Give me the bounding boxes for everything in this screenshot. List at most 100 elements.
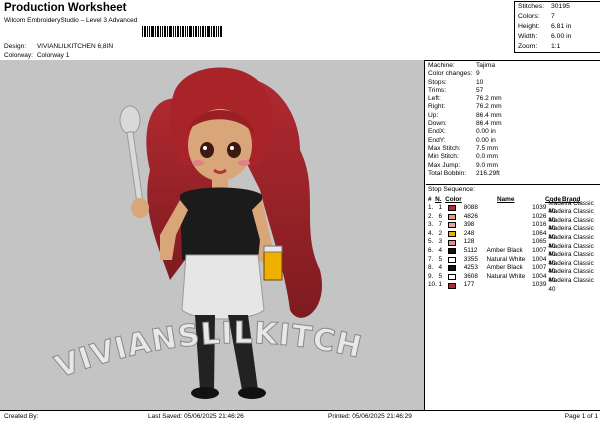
info-max-jump: Max Jump: 9.0 mm: [428, 161, 498, 169]
needle-number: 1: [438, 281, 443, 289]
thread-code: 1007: [532, 264, 547, 272]
info-down: Down: 86.4 mm: [428, 120, 502, 128]
spice-jar: [263, 249, 283, 281]
thread-code: 1016: [532, 221, 547, 229]
right-shoe: [238, 387, 266, 399]
thread-code: 1039: [532, 204, 547, 211]
stat-colors: Colors: 7: [518, 13, 555, 20]
info-left: Left: 76.2 mm: [428, 95, 502, 103]
header-n: N.: [435, 196, 442, 203]
color-swatch: [447, 256, 456, 263]
thread-brand: Madeira Classic 40: [548, 277, 594, 293]
color-name: Natural White: [486, 255, 526, 263]
header-color: Color: [445, 196, 462, 203]
software-subtitle: Wilcom EmbroideryStudio – Level 3 Advanc…: [4, 17, 138, 24]
info-trims: Trims: 57: [428, 86, 484, 94]
stop-index: 5.: [428, 238, 434, 246]
needle-number: 5: [438, 272, 443, 280]
footer-divider: [0, 410, 600, 411]
color-code: 3608: [463, 272, 478, 280]
stop-index: 8.: [428, 264, 434, 272]
shirt: [180, 187, 262, 260]
needle-number: 4: [438, 246, 443, 254]
color-swatch: [447, 213, 456, 220]
stat-width: Width: 6.00 in: [518, 33, 572, 40]
stop-sequence-divider: [426, 184, 600, 185]
color-code: 8088: [463, 204, 478, 211]
thread-code: 1007: [532, 246, 547, 254]
color-code: 398: [463, 221, 475, 229]
thread-code: 1065: [532, 238, 547, 246]
info-stops: Stops: 10: [428, 78, 484, 86]
colorway-label: Colorway:: [4, 52, 33, 59]
design-row: Design: VIVIANLILKITCHEN 6,8IN: [4, 43, 113, 50]
needle-number: 1: [438, 204, 443, 211]
needle-number: 5: [438, 255, 443, 263]
embroidery-artwork: VIVIANSLILKITCHEN: [0, 60, 365, 399]
needle-number: 2: [438, 229, 443, 237]
left-shoe: [191, 387, 219, 399]
stop-index: 9.: [428, 272, 434, 280]
stop-sequence-title: Stop Sequence:: [428, 186, 475, 193]
stop-index: 2.: [428, 212, 434, 220]
info-max-stitch: Max Stitch: 7.5 mm: [428, 144, 498, 152]
color-code: 177: [463, 281, 475, 289]
right-eye: [227, 142, 241, 158]
color-code: 128: [463, 238, 475, 246]
info-min-stitch: Min Stitch: 0.0 mm: [428, 153, 498, 161]
header-name: Name: [497, 196, 515, 203]
needle-number: 4: [438, 264, 443, 272]
header-hash: #: [428, 196, 432, 203]
color-name: Natural White: [486, 272, 526, 280]
stop-index: 10.: [428, 281, 437, 289]
printed-date: Printed: 05/06/2025 21:46:29: [328, 413, 412, 420]
thread-code: 1004: [532, 272, 547, 280]
colorway-row: Colorway: Colorway 1: [4, 52, 69, 59]
stat-zoom: Zoom: 1:1: [518, 43, 561, 50]
thread-code: 1039: [532, 281, 547, 289]
info-machine: Machine: Tajima: [428, 62, 496, 69]
design-value: VIVIANLILKITCHEN 6,8IN: [36, 43, 114, 50]
stats-box: Stitches: 30195 Colors: 7 Height: 6.81 in W…: [514, 1, 600, 53]
color-code: 4253: [463, 264, 478, 272]
left-hand: [131, 198, 149, 218]
stop-index: 4.: [428, 229, 434, 237]
stop-index: 7.: [428, 255, 434, 263]
stop-index: 1.: [428, 204, 434, 211]
design-label: Design:: [4, 43, 27, 50]
thread-code: 1064: [532, 229, 547, 237]
color-code: 5112: [463, 246, 478, 254]
spoon-head: [119, 105, 141, 135]
design-preview: VIVIANSLILKITCHEN: [0, 60, 425, 410]
machine-info: Machine: Tajima Color changes: 9 Stops: 10 …: [428, 62, 598, 178]
stop-index: 3.: [428, 221, 434, 229]
page-title: Production Worksheet: [4, 2, 127, 14]
blush-left: [192, 160, 204, 166]
needle-number: 3: [438, 238, 443, 246]
info-endx: EndX: 0.00 in: [428, 128, 496, 136]
stop-rows: 1. 1 8088 1039 Madeira Classic 40 2. 6 4826 1026…: [428, 200, 600, 293]
thread-code: 1004: [532, 255, 547, 263]
left-eye: [200, 142, 214, 158]
blush-right: [238, 160, 250, 166]
color-code: 3355: [463, 255, 478, 263]
apron: [181, 254, 265, 320]
color-name: Amber Black: [486, 246, 523, 254]
color-swatch: [447, 274, 456, 281]
info-right: Right: 76.2 mm: [428, 103, 502, 111]
color-swatch: [447, 231, 456, 238]
stat-height: Height: 6.81 in: [518, 23, 572, 30]
color-code: 4826: [463, 212, 478, 220]
color-code: 248: [463, 229, 475, 237]
needle-number: 7: [438, 221, 443, 229]
color-name: Amber Black: [486, 264, 523, 272]
needle-number: 6: [438, 212, 443, 220]
stop-sequence-table: # N. Color Name Code Brand 1. 1 8088 1039 Ma…: [428, 196, 600, 293]
created-by: Created By:: [4, 413, 39, 420]
last-saved: Last Saved: 05/06/2025 21:46:26: [148, 413, 244, 420]
stop-row: 10. 1 177 1039 Madeira Classic 40: [428, 277, 600, 293]
color-swatch: [447, 282, 456, 289]
eye-shine-left: [203, 146, 207, 150]
color-swatch: [447, 222, 456, 229]
info-total-bobbin: Total Bobbin: 216.29ft: [428, 169, 500, 177]
